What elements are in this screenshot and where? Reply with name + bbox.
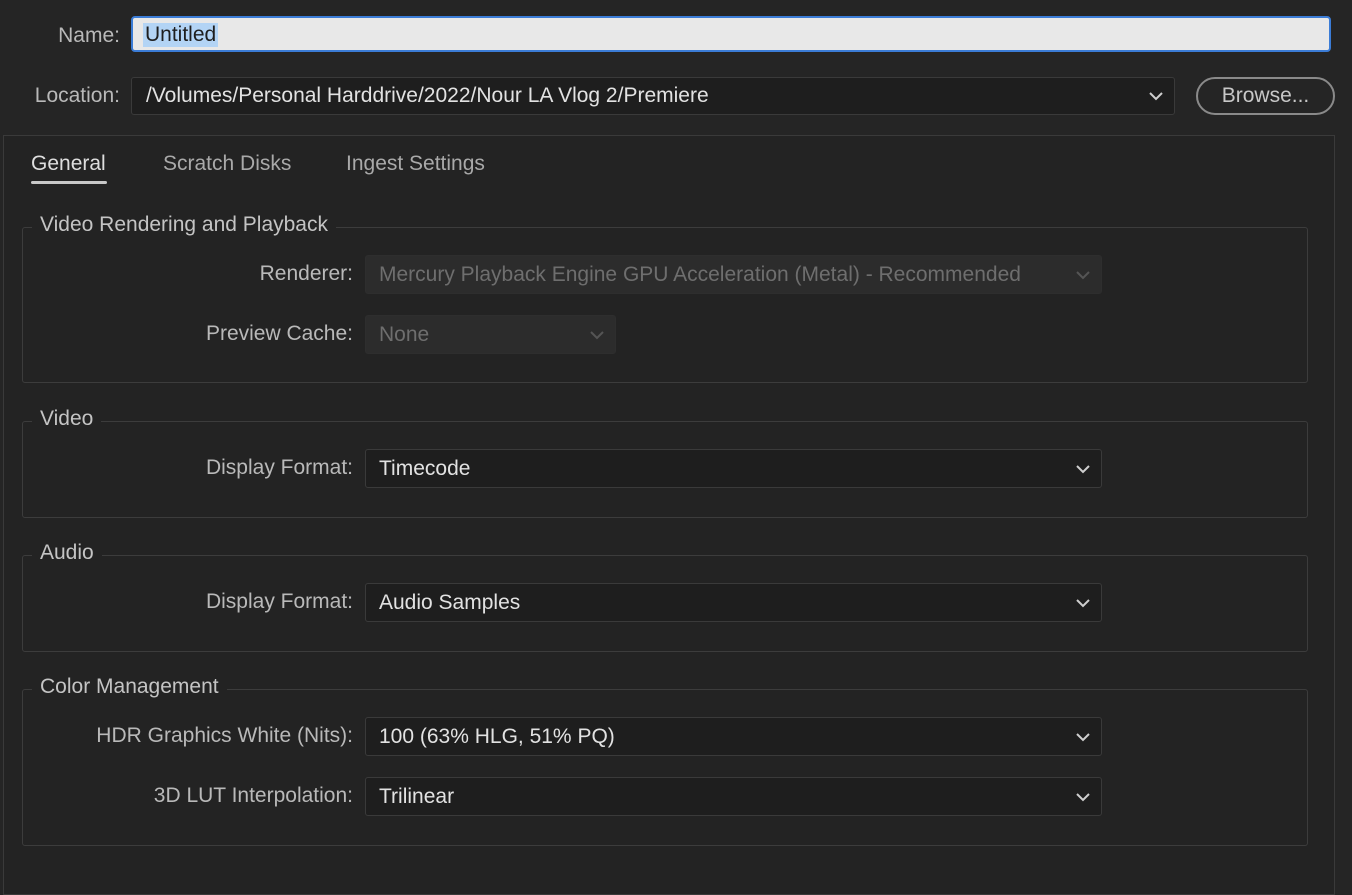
- video-rendering-title: Video Rendering and Playback: [32, 213, 336, 237]
- video-title: Video: [32, 407, 102, 431]
- hdr-graphics-white-dropdown[interactable]: 100 (63% HLG, 51% PQ): [365, 717, 1102, 756]
- browse-button[interactable]: Browse...: [1196, 77, 1335, 115]
- video-display-format-value: Timecode: [379, 456, 471, 480]
- audio-display-format-value: Audio Samples: [379, 590, 521, 614]
- chevron-down-icon: [1076, 464, 1090, 473]
- renderer-value: Mercury Playback Engine GPU Acceleration…: [379, 262, 1021, 286]
- lut-interpolation-label: 3D LUT Interpolation:: [153, 784, 353, 807]
- preview-cache-value: None: [379, 322, 430, 346]
- chevron-down-icon: [1076, 732, 1090, 741]
- location-value: /Volumes/Personal Harddrive/2022/Nour LA…: [146, 84, 709, 107]
- chevron-down-icon: [1076, 792, 1090, 801]
- lut-interpolation-value: Trilinear: [379, 784, 455, 808]
- hdr-graphics-white-label: HDR Graphics White (Nits):: [96, 724, 353, 747]
- tab-ingest-settings[interactable]: Ingest Settings: [346, 152, 485, 176]
- lut-interpolation-dropdown[interactable]: Trilinear: [365, 777, 1102, 816]
- color-management-title: Color Management: [32, 675, 227, 699]
- video-display-format-label: Display Format:: [205, 456, 353, 479]
- audio-display-format-label: Display Format:: [205, 590, 353, 613]
- tab-scratch-disks[interactable]: Scratch Disks: [163, 152, 291, 176]
- renderer-dropdown: Mercury Playback Engine GPU Acceleration…: [365, 255, 1102, 294]
- tab-general[interactable]: General: [31, 152, 106, 176]
- preview-cache-label: Preview Cache:: [205, 322, 353, 345]
- chevron-down-icon: [590, 330, 604, 339]
- name-input[interactable]: Untitled: [131, 16, 1331, 52]
- preview-cache-dropdown: None: [365, 315, 616, 354]
- color-management-group: [22, 689, 1308, 846]
- name-label: Name:: [58, 24, 120, 47]
- video-display-format-dropdown[interactable]: Timecode: [365, 449, 1102, 488]
- chevron-down-icon: [1149, 92, 1163, 101]
- hdr-graphics-white-value: 100 (63% HLG, 51% PQ): [379, 724, 615, 748]
- location-dropdown[interactable]: /Volumes/Personal Harddrive/2022/Nour LA…: [131, 77, 1175, 115]
- audio-display-format-dropdown[interactable]: Audio Samples: [365, 583, 1102, 622]
- chevron-down-icon: [1076, 270, 1090, 279]
- name-input-value: Untitled: [143, 23, 219, 47]
- location-label: Location:: [34, 84, 120, 107]
- video-rendering-group: [22, 227, 1308, 383]
- active-tab-indicator: [31, 181, 107, 184]
- chevron-down-icon: [1076, 598, 1090, 607]
- audio-title: Audio: [32, 541, 102, 565]
- renderer-label: Renderer:: [259, 262, 353, 285]
